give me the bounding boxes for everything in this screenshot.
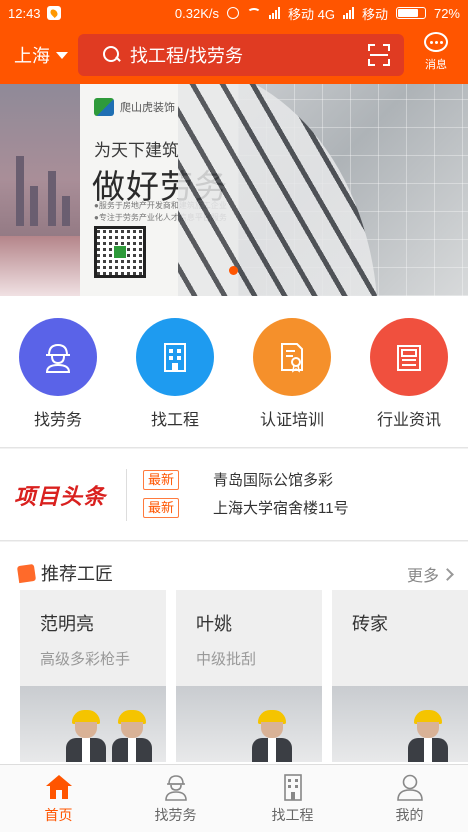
worker-photo: [20, 686, 166, 762]
tab-mine[interactable]: 我的: [351, 765, 468, 832]
city-selector[interactable]: 上海: [14, 42, 76, 68]
building-icon: [136, 318, 214, 396]
alarm-icon: [226, 7, 239, 19]
new-badge: 最新: [143, 497, 180, 518]
worker-name: 范明亮: [40, 614, 94, 634]
brand-logo: 爬山虎装饰: [94, 98, 175, 116]
worker-skill: 中级批刮: [196, 651, 257, 668]
category-certification[interactable]: 认证培训: [242, 318, 342, 430]
flag-icon: [16, 563, 37, 583]
building-icon: [278, 773, 308, 801]
project-headlines: 项目头条 最新 青岛国际公馆多彩 最新 上海大学宿舍楼11号: [0, 449, 468, 541]
home-icon: [44, 773, 74, 801]
caret-down-icon: [56, 51, 68, 59]
worker-card[interactable]: 范明亮 高级多彩枪手: [20, 590, 166, 762]
certificate-icon: [253, 318, 331, 396]
banner-slogan-line1: 为天下建筑: [94, 141, 179, 160]
category-industry-news[interactable]: 行业资讯: [359, 318, 459, 430]
divider: [126, 469, 127, 521]
city-skyline-image: [0, 84, 80, 296]
messages-label: 消息: [425, 59, 447, 71]
tab-find-labor[interactable]: 找劳务: [117, 765, 234, 832]
app-header: 12:43 0.32K/s 移动 4G 移动 72% 上海 找工程/找劳务 消息: [0, 0, 468, 84]
worker-skill: 高级多彩枪手: [40, 651, 131, 668]
newspaper-icon: [370, 318, 448, 396]
worker-card[interactable]: 砖家: [332, 590, 468, 762]
tab-label: 我的: [395, 807, 424, 823]
recommended-workers-section: 推荐工匠 更多 范明亮 高级多彩枪手 叶姚 中级批刮 砖家: [0, 542, 468, 764]
headline-text: 上海大学宿舍楼11号: [213, 500, 349, 517]
messages-button[interactable]: 消息: [418, 32, 454, 72]
carrier-secondary: 移动: [361, 6, 388, 22]
tab-label: 找工程: [271, 807, 314, 823]
scan-icon[interactable]: [368, 44, 390, 66]
status-bar: 12:43 0.32K/s 移动 4G 移动 72%: [0, 0, 468, 26]
worker-card[interactable]: 叶姚 中级批刮: [176, 590, 322, 762]
search-placeholder: 找工程/找劳务: [130, 46, 244, 66]
new-badge: 最新: [143, 469, 180, 490]
search-bar[interactable]: 找工程/找劳务: [78, 34, 404, 76]
worker-name: 砖家: [352, 614, 388, 634]
category-label: 行业资讯: [376, 412, 441, 429]
category-find-labor[interactable]: 找劳务: [8, 318, 108, 430]
building-facade-image: [178, 84, 468, 296]
status-time: 12:43: [8, 5, 41, 21]
section-title-text: 推荐工匠: [41, 564, 113, 584]
brand-logo-icon: [94, 98, 114, 116]
city-name: 上海: [14, 46, 50, 66]
worker-helmet-icon: [161, 773, 191, 801]
category-grid: 找劳务 找工程 认证培训 行业资讯: [0, 296, 468, 448]
tab-find-project[interactable]: 找工程: [234, 765, 351, 832]
user-icon: [395, 773, 425, 801]
qr-code-image: [94, 226, 146, 278]
category-label: 找劳务: [33, 412, 82, 429]
worker-helmet-icon: [19, 318, 97, 396]
search-icon: [102, 45, 122, 65]
headline-text: 青岛国际公馆多彩: [213, 472, 334, 489]
tab-home[interactable]: 首页: [0, 765, 117, 832]
tab-label: 首页: [44, 807, 73, 823]
bottom-tab-bar: 首页 找劳务 找工程 我的: [0, 764, 468, 832]
map-app-icon: [46, 6, 61, 20]
tab-label: 找劳务: [154, 807, 197, 823]
section-title: 推荐工匠: [16, 560, 113, 586]
more-link[interactable]: 更多: [406, 562, 454, 586]
worker-name: 叶姚: [196, 614, 232, 634]
headline-item[interactable]: 最新 青岛国际公馆多彩: [143, 469, 333, 490]
signal-icon: [268, 7, 280, 19]
headline-item[interactable]: 最新 上海大学宿舍楼11号: [143, 497, 349, 518]
carousel-indicator: [229, 266, 238, 275]
chat-bubble-icon: [424, 32, 448, 52]
brand-name: 爬山虎装饰: [120, 102, 175, 114]
signal-icon: [342, 7, 354, 19]
more-label: 更多: [406, 568, 439, 585]
chevron-right-icon: [441, 567, 454, 581]
top-bar: 上海 找工程/找劳务 消息: [0, 26, 468, 84]
category-label: 认证培训: [259, 412, 324, 429]
network-speed: 0.32K/s: [174, 5, 219, 21]
carrier-primary: 移动 4G: [287, 6, 335, 22]
wifi-icon: [246, 8, 261, 18]
category-label: 找工程: [150, 412, 199, 429]
promo-banner[interactable]: 爬山虎装饰 为天下建筑 做好劳务 ●服务于房地产开发商和建筑施工企业 ●专注于劳…: [0, 84, 468, 296]
worker-photo: [176, 686, 322, 762]
battery-icon: [395, 7, 426, 19]
headlines-logo: 项目头条: [14, 484, 107, 509]
worker-photo: [332, 686, 468, 762]
category-find-project[interactable]: 找工程: [125, 318, 225, 430]
battery-level: 72%: [433, 5, 460, 21]
